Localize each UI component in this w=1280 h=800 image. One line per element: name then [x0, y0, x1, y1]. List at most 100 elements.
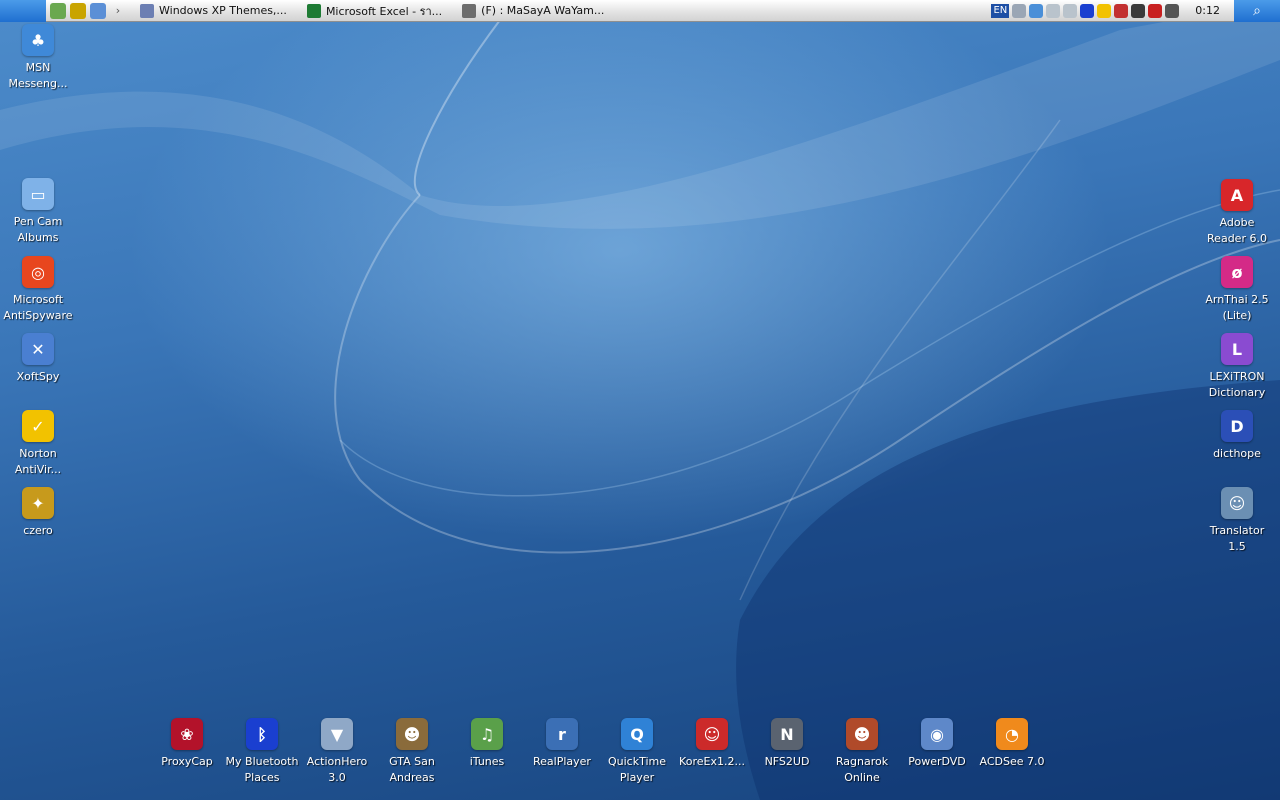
task-label: (F) : MaSayA WaYam... [481, 4, 605, 17]
dock-icon-label: ActionHero 3.0 [306, 755, 368, 784]
folder-icon [462, 3, 477, 18]
desktop-icon-label: Microsoft AntiSpyware [3, 293, 73, 322]
msn-quicklaunch-icon[interactable] [90, 2, 106, 19]
realplayer-icon: r [546, 718, 578, 750]
display-icon[interactable] [1148, 3, 1163, 18]
counter-strike-icon: ✦ [22, 487, 54, 519]
speaker-icon[interactable] [1114, 3, 1129, 18]
dock-icon-label: PowerDVD [908, 755, 966, 768]
dock-icon-powerdvd[interactable]: ◉ PowerDVD [899, 718, 975, 770]
desktop-icon-label: XoftSpy [16, 370, 60, 383]
msn-status-icon[interactable] [1029, 3, 1044, 18]
koreex-icon: ☺ [696, 718, 728, 750]
dock-icon-label: My Bluetooth Places [225, 755, 299, 784]
task-button-explorer[interactable]: (F) : MaSayA WaYam... [456, 1, 610, 21]
dock-icon-ragnarok-online[interactable]: ☻ Ragnarok Online [824, 718, 900, 786]
adobe-reader-icon: A [1221, 179, 1253, 211]
lexitron-icon: L [1221, 333, 1253, 365]
desktop-icon-label: czero [23, 524, 53, 537]
dock-icon-actionhero[interactable]: ▼ ActionHero 3.0 [299, 718, 375, 786]
desktop-icon-arnthai[interactable]: ø ArnThai 2.5 (Lite) [1199, 256, 1275, 324]
network-monitor-icon[interactable] [1165, 3, 1180, 18]
desktop-icon-microsoft-antispyware[interactable]: ◎ Microsoft AntiSpyware [0, 256, 76, 324]
desktop-icon-pen-cam-albums[interactable]: ▭ Pen Cam Albums [0, 178, 76, 246]
translator-icon: ☺ [1221, 487, 1253, 519]
desktop-icon-label: Norton AntiVir... [14, 447, 62, 476]
clock[interactable]: 0:12 [1195, 4, 1220, 17]
dock-icon-realplayer[interactable]: r RealPlayer [524, 718, 600, 770]
dock-icon-acdsee[interactable]: ◔ ACDSee 7.0 [974, 718, 1050, 770]
bluetooth-icon: ᛒ [246, 718, 278, 750]
desktop-icon-adobe-reader[interactable]: A Adobe Reader 6.0 [1199, 179, 1275, 247]
search-icon: ⌕ [1253, 2, 1261, 19]
power-icon[interactable] [1131, 3, 1146, 18]
acdsee-icon: ◔ [996, 718, 1028, 750]
desktop-icon-label: dicthope [1213, 447, 1261, 460]
quicklaunch-overflow-icon[interactable]: › [110, 3, 126, 19]
desktop-icon-lexitron[interactable]: L LEXiTRON Dictionary [1199, 333, 1275, 401]
search-button[interactable]: ⌕ [1234, 0, 1280, 22]
norton-icon[interactable] [1097, 3, 1112, 18]
network-icon[interactable] [1063, 3, 1078, 18]
task-label: Microsoft Excel - รา... [325, 4, 443, 18]
desktop-icon-translator[interactable]: ☺ Translator 1.5 [1199, 487, 1275, 555]
dock-icon-my-bluetooth-places[interactable]: ᛒ My Bluetooth Places [224, 718, 300, 786]
task-button-excel[interactable]: Microsoft Excel - รา... [301, 1, 448, 21]
system-tray: EN 0:12 [988, 0, 1234, 22]
quicktime-icon: Q [621, 718, 653, 750]
document-icon [140, 3, 154, 18]
dock-icon-nfs2ud[interactable]: N NFS2UD [749, 718, 825, 770]
start-button[interactable] [0, 0, 46, 22]
task-button-xp-themes[interactable]: Windows XP Themes,... [134, 1, 293, 21]
folder-icon: ▭ [22, 178, 54, 210]
nfs-icon: N [771, 718, 803, 750]
desktop-icon-xoftspy[interactable]: ✕ XoftSpy [0, 333, 76, 385]
dock-icon-label: KoreEx1.2... [679, 755, 745, 768]
bluetooth-icon[interactable] [1080, 3, 1095, 18]
desktop-icon-norton-antivirus[interactable]: ✓ Norton AntiVir... [0, 410, 76, 478]
media-quicklaunch-icon[interactable] [70, 2, 86, 19]
dock-icon-label: ProxyCap [161, 755, 213, 768]
dock-icon-label: ACDSee 7.0 [979, 755, 1045, 768]
gta-icon: ☻ [396, 718, 428, 750]
desktop-icon-label: Pen Cam Albums [13, 215, 63, 244]
dock-icon-label: QuickTime Player [607, 755, 667, 784]
dock-icon-koreex[interactable]: ☺ KoreEx1.2... [674, 718, 750, 770]
ragnarok-icon: ☻ [846, 718, 878, 750]
dock-icon-label: RealPlayer [533, 755, 591, 768]
desktop-icon-label: Adobe Reader 6.0 [1207, 216, 1267, 245]
norton-icon: ✓ [22, 410, 54, 442]
desktop-icon-label: Translator 1.5 [1209, 524, 1265, 553]
dock-icon-itunes[interactable]: ♫ iTunes [449, 718, 525, 770]
dock-icon-quicktime-player[interactable]: Q QuickTime Player [599, 718, 675, 786]
wallpaper-swirl [0, 0, 1280, 800]
desktop-icon-dicthope[interactable]: D dicthope [1199, 410, 1275, 462]
desktop-icon-label: ArnThai 2.5 (Lite) [1205, 293, 1269, 322]
desktop-wallpaper [0, 0, 1280, 800]
expand-icon[interactable] [1012, 3, 1027, 18]
dock-icon-label: iTunes [469, 755, 505, 768]
network-icon[interactable] [1046, 3, 1061, 18]
proxycap-icon: ❀ [171, 718, 203, 750]
dock-icon-label: NFS2UD [764, 755, 810, 768]
desktop-icon-czero[interactable]: ✦ czero [0, 487, 76, 539]
dock-icon-label: Ragnarok Online [835, 755, 889, 784]
arnthai-icon: ø [1221, 256, 1253, 288]
antispyware-icon: ◎ [22, 256, 54, 288]
dock-icon-gta-san-andreas[interactable]: ☻ GTA San Andreas [374, 718, 450, 786]
language-indicator[interactable]: EN [991, 3, 1010, 18]
actionhero-icon: ▼ [321, 718, 353, 750]
dock-icon-proxycap[interactable]: ❀ ProxyCap [149, 718, 225, 770]
desktop-icon-label: MSN Messeng... [8, 61, 68, 90]
xoftspy-icon: ✕ [22, 333, 54, 365]
desktop-icon-msn-messenger[interactable]: ♣ MSN Messeng... [0, 24, 76, 92]
itunes-icon: ♫ [471, 718, 503, 750]
msn-icon: ♣ [22, 24, 54, 56]
taskbar: › Windows XP Themes,... Microsoft Excel … [0, 0, 1280, 22]
dock-icon-label: GTA San Andreas [389, 755, 435, 784]
itunes-quicklaunch-icon[interactable] [50, 2, 66, 19]
task-label: Windows XP Themes,... [159, 4, 287, 17]
desktop-icon-label: LEXiTRON Dictionary [1208, 370, 1266, 399]
powerdvd-icon: ◉ [921, 718, 953, 750]
excel-icon [306, 3, 321, 18]
